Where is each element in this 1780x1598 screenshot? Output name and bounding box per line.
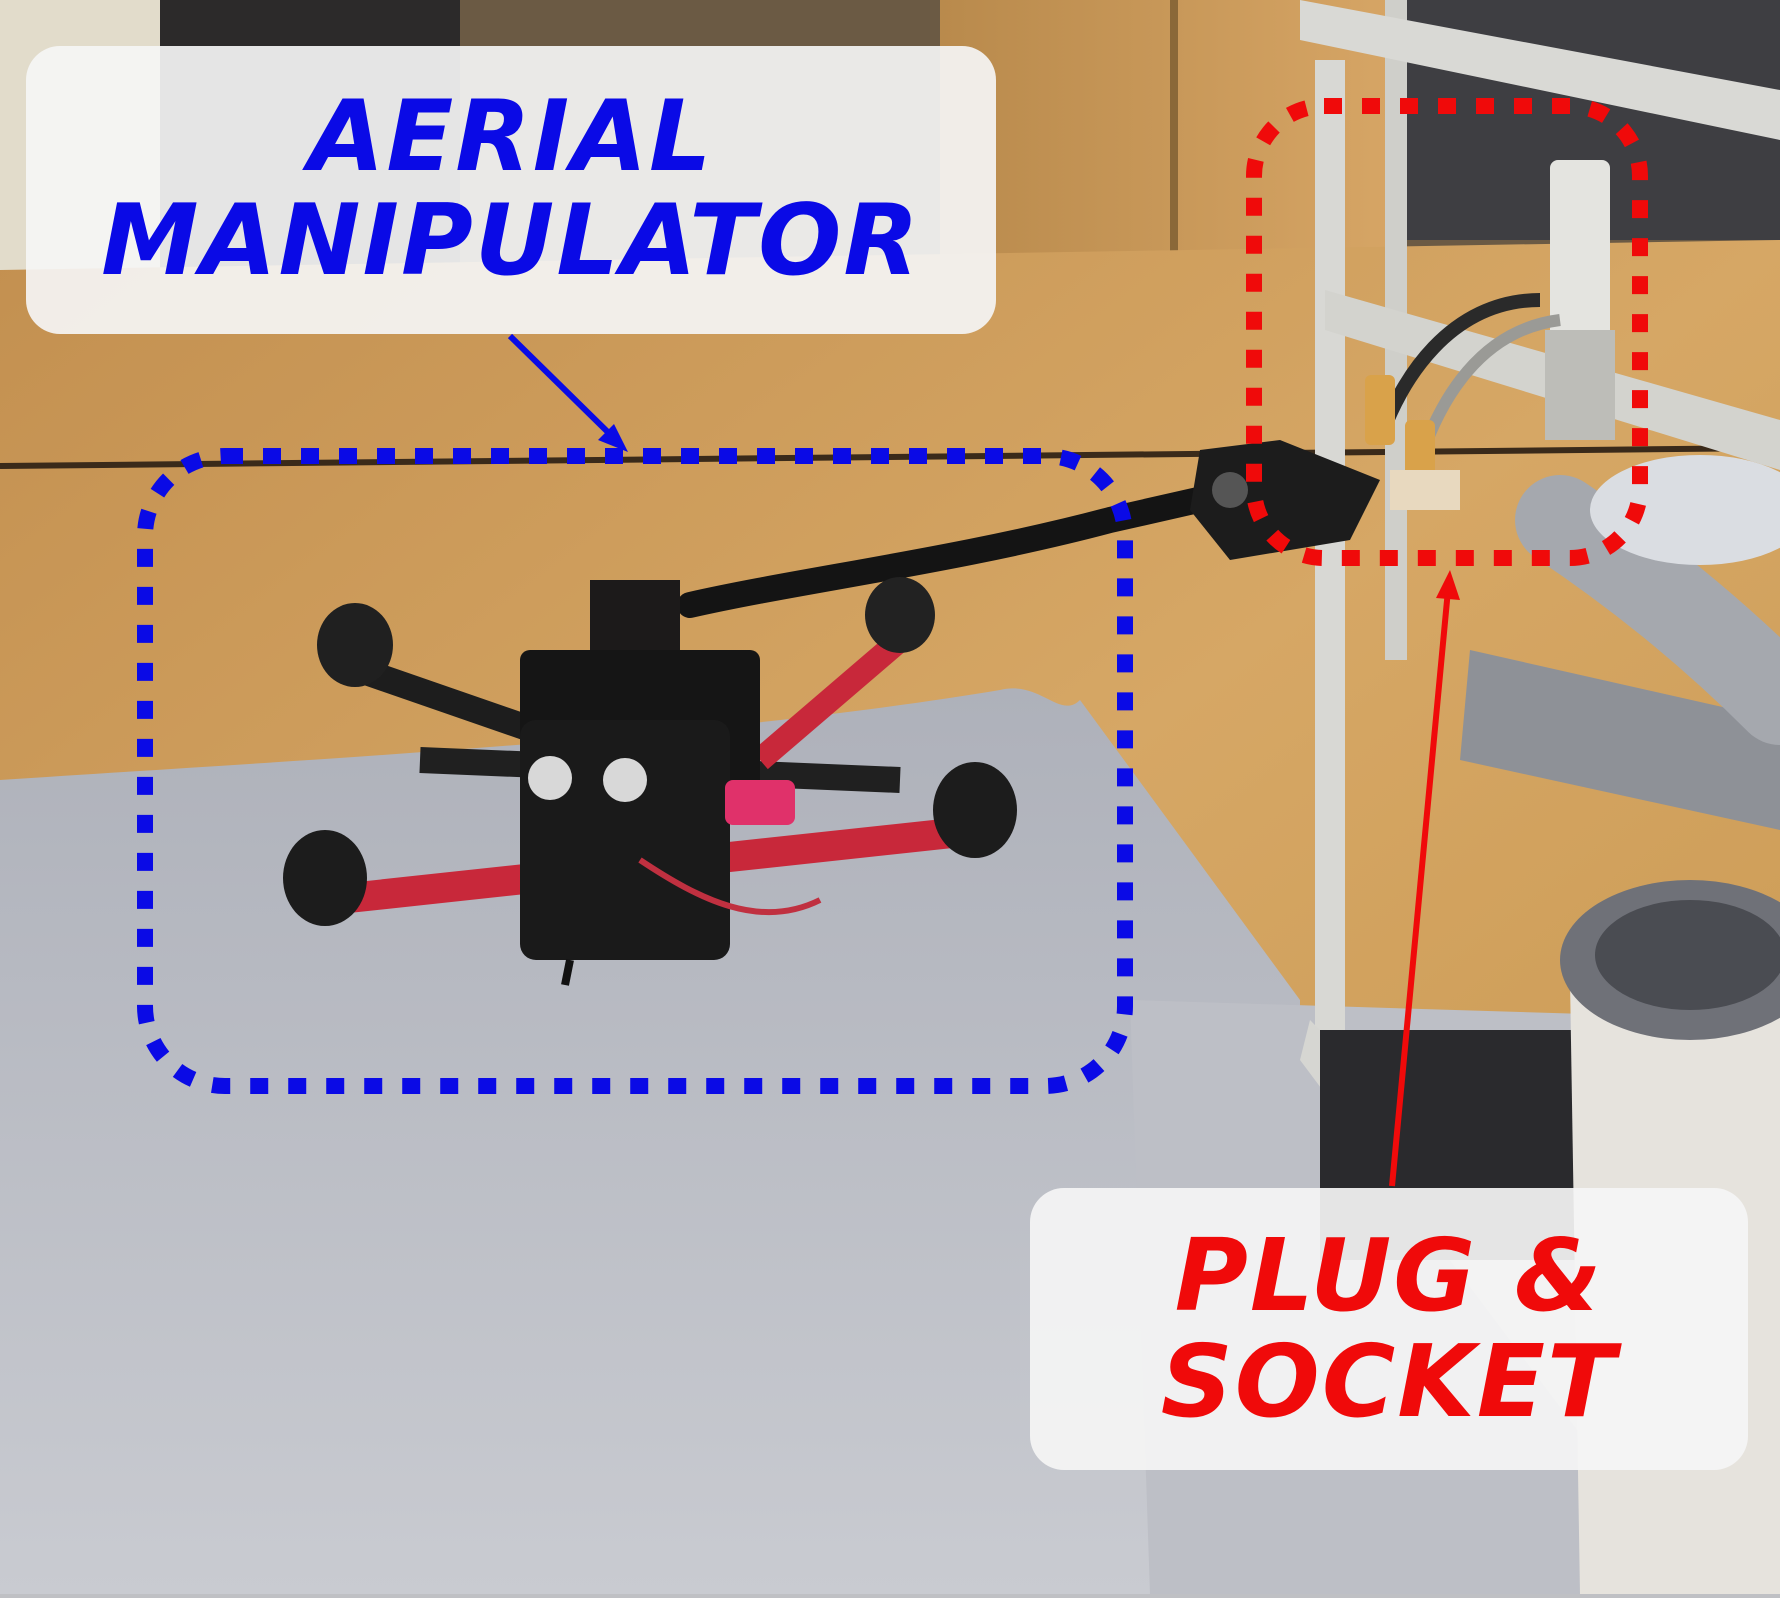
cabinet-seam	[1170, 0, 1178, 270]
plug-head	[1390, 470, 1460, 510]
plug-label-line-2: SOCKET	[1160, 1323, 1618, 1440]
motor-left-front	[283, 830, 367, 926]
battery-tag	[725, 780, 795, 825]
bin-top-inner	[1595, 900, 1780, 1010]
landing-leg	[561, 959, 574, 986]
photo-scene: AERIAL MANIPULATOR PLUG & SOCKET	[0, 0, 1780, 1594]
marker-2	[603, 758, 647, 802]
aerial-label-line-2: MANIPULATOR	[101, 184, 921, 298]
marker-1	[528, 756, 572, 800]
aerial-manipulator-label: AERIAL MANIPULATOR	[26, 46, 996, 334]
motor-left-back	[317, 603, 393, 687]
motor-right-front	[933, 762, 1017, 858]
plug-label-line-1: PLUG &	[1174, 1217, 1604, 1334]
drone-core	[520, 720, 730, 960]
end-effector-joint	[1212, 472, 1248, 508]
motor-right-back	[865, 577, 935, 653]
socket-mount	[1545, 330, 1615, 440]
plug-pin-1	[1365, 375, 1395, 445]
aerial-label-line-1: AERIAL	[308, 80, 714, 195]
plug-socket-label: PLUG & SOCKET	[1030, 1188, 1748, 1470]
